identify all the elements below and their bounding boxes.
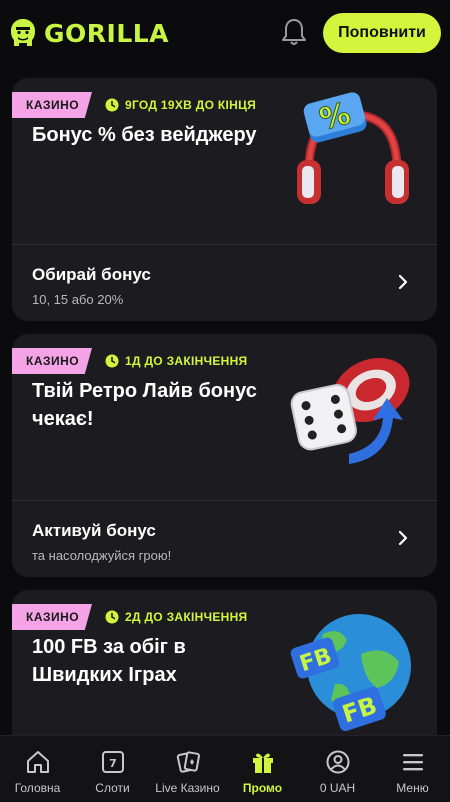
promo-card[interactable]: КАЗИНО 1Д ДО ЗАКІНЧЕННЯ Твій Ретро Лайв … — [12, 334, 437, 577]
timer-badge: 9ГОД 19ХВ ДО КІНЦЯ — [105, 92, 256, 118]
timer-text: 9ГОД 19ХВ ДО КІНЦЯ — [125, 98, 257, 112]
gorilla-logo-icon — [11, 19, 35, 46]
promo-title: Бонус % без вейджеру — [32, 124, 257, 146]
percent-headphones-icon: % — [297, 92, 409, 204]
nav-label: Промо — [242, 781, 283, 795]
cta-description: та насолоджуйся грою! — [32, 548, 172, 563]
slots-icon: 7 — [101, 751, 124, 773]
cta-title: Активуй бонус — [32, 521, 156, 540]
promo-title: Твій Ретро Лайв бонус чекає! — [32, 380, 257, 430]
brand-name: GORILLA — [44, 18, 170, 48]
nav-item-balance[interactable]: 0 UAH — [300, 736, 375, 802]
promo-cta[interactable]: Активуй бонус та насолоджуйся грою! — [12, 501, 437, 577]
topup-button[interactable]: Поповнити — [323, 13, 441, 53]
user-icon — [326, 750, 349, 774]
dice-chip-icon — [290, 357, 410, 464]
nav-item-home[interactable]: Головна — [0, 736, 75, 802]
gift-icon — [252, 753, 273, 773]
category-tag: КАЗИНО — [12, 348, 92, 374]
app-header: GORILLA Поповнити — [0, 0, 450, 66]
cta-description: 10, 15 або 20% — [32, 292, 124, 307]
nav-item-live-casino[interactable]: Live Казино — [150, 736, 225, 802]
clock-icon — [105, 98, 119, 112]
promo-card[interactable]: КАЗИНО 2Д ДО ЗАКІНЧЕННЯ 100 FB за обіг в… — [12, 590, 437, 750]
nav-label: Меню — [396, 781, 429, 795]
nav-label: Слоти — [95, 781, 130, 795]
nav-label: 0 UAH — [319, 781, 356, 795]
nav-item-slots[interactable]: 7 Слоти — [75, 736, 150, 802]
chevron-right-icon[interactable] — [397, 529, 409, 547]
category-tag: КАЗИНО — [12, 92, 92, 118]
nav-item-menu[interactable]: Меню — [375, 736, 450, 802]
chevron-right-icon[interactable] — [397, 273, 409, 291]
nav-item-promo[interactable]: Промо — [225, 736, 300, 802]
category-tag: КАЗИНО — [12, 604, 92, 630]
nav-label: Live Казино — [155, 781, 220, 795]
bell-icon[interactable] — [281, 17, 307, 47]
promo-card[interactable]: КАЗИНО 9ГОД 19ХВ ДО КІНЦЯ Бонус % без ве… — [12, 78, 437, 321]
promo-title: 100 FB за обіг в Швидких Іграх — [32, 636, 186, 686]
clock-icon — [105, 610, 119, 624]
clock-icon — [105, 354, 119, 368]
timer-text: 1Д ДО ЗАКІНЧЕННЯ — [125, 354, 248, 368]
svg-text:7: 7 — [109, 757, 117, 770]
brand-logo[interactable]: GORILLA — [8, 17, 169, 49]
timer-badge: 2Д ДО ЗАКІНЧЕННЯ — [105, 604, 247, 630]
cards-icon — [176, 751, 200, 773]
timer-text: 2Д ДО ЗАКІНЧЕННЯ — [125, 610, 248, 624]
cta-title: Обирай бонус — [32, 265, 151, 284]
home-icon — [26, 751, 49, 773]
promo-cta[interactable]: Обирай бонус 10, 15 або 20% — [12, 245, 437, 321]
nav-label: Головна — [14, 781, 61, 795]
menu-icon — [402, 754, 423, 771]
fb-globe-icon: FB FB — [290, 614, 411, 731]
bottom-navigation: Головна 7 Слоти Live Казино Промо 0 UAH … — [0, 735, 450, 802]
timer-badge: 1Д ДО ЗАКІНЧЕННЯ — [105, 348, 247, 374]
